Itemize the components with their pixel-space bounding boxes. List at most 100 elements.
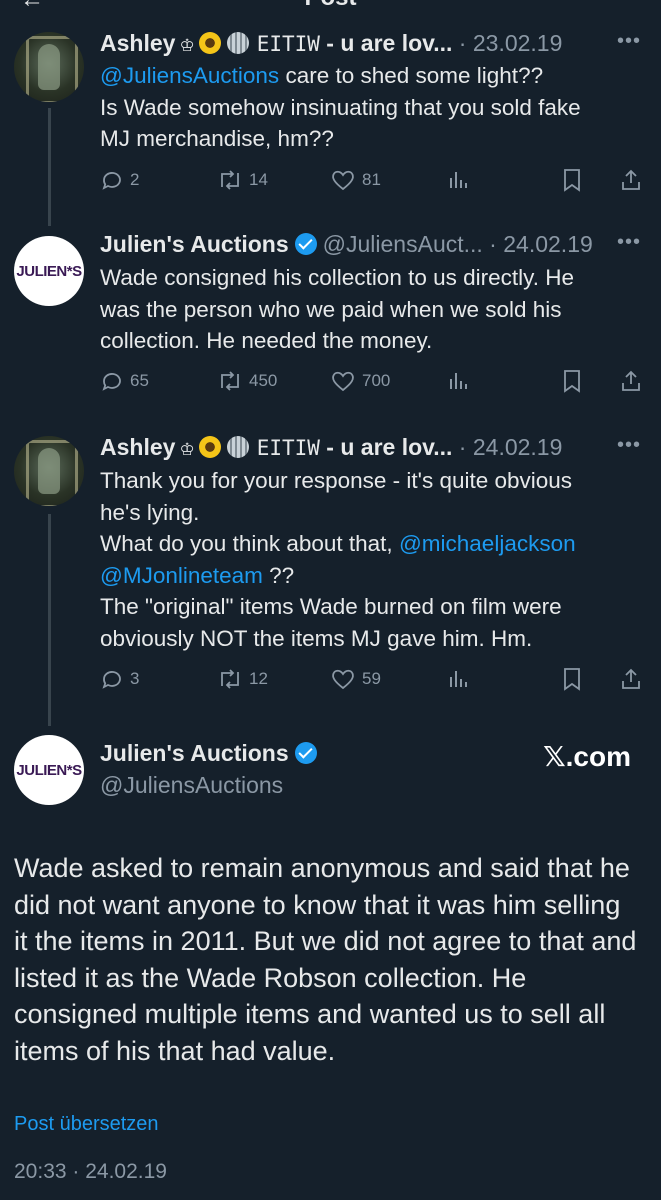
like-button[interactable]: 81 — [330, 168, 381, 192]
text-line: Is Wade somehow insinuating that you sol… — [100, 94, 581, 120]
sunflower-emoji-icon — [198, 436, 221, 458]
share-icon — [620, 369, 642, 393]
logo-text: JULIEN*S — [16, 262, 82, 280]
bookmark-button[interactable] — [561, 369, 589, 393]
views-button[interactable] — [446, 168, 476, 192]
tweet-text: @JuliensAuctions care to shed some light… — [100, 60, 643, 155]
views-icon — [446, 667, 470, 691]
bookmark-icon — [561, 667, 583, 691]
avatar-julien-logo[interactable]: JULIEN*S — [14, 735, 84, 805]
share-button[interactable] — [620, 168, 648, 192]
top-bar: ← Post — [0, 0, 661, 14]
avatar[interactable] — [14, 436, 84, 506]
post-timestamp[interactable]: 20:33 · 24.02.19 — [14, 1160, 167, 1184]
more-icon[interactable]: ••• — [617, 434, 641, 457]
repost-icon — [217, 667, 243, 691]
separator: · — [482, 231, 504, 257]
more-icon[interactable]: ••• — [617, 30, 641, 53]
share-button[interactable] — [620, 667, 648, 691]
text-line: MJ merchandise, hm?? — [100, 126, 334, 151]
display-name[interactable]: Ashley — [100, 30, 175, 56]
display-name[interactable]: Ashley — [100, 434, 175, 460]
text-line: he's lying. — [100, 499, 200, 525]
text-span: ?? — [262, 562, 295, 588]
reply-count: 65 — [130, 371, 149, 390]
name-tail: - u are lov... — [319, 434, 453, 460]
repost-button[interactable]: 450 — [217, 369, 277, 393]
views-icon — [446, 168, 470, 192]
thread-line — [48, 108, 51, 226]
main-author[interactable]: Julien's Auctions — [100, 740, 323, 767]
x-watermark: 𝕏.com — [543, 741, 631, 772]
views-button[interactable] — [446, 667, 476, 691]
reply-count: 2 — [130, 170, 140, 189]
repost-count: 450 — [249, 371, 278, 390]
repost-button[interactable]: 14 — [217, 168, 268, 192]
text-line: What do you think about that, @michaelja… — [100, 528, 643, 560]
views-icon — [446, 369, 470, 393]
reply-button[interactable]: 3 — [100, 667, 139, 691]
logo-text: JULIEN*S — [16, 761, 82, 779]
like-button[interactable]: 59 — [330, 667, 381, 691]
main-tweet-text: Wade asked to remain anonymous and said … — [14, 853, 637, 1066]
reply-button[interactable]: 65 — [100, 369, 149, 393]
mention-link[interactable]: @JuliensAuctions — [100, 63, 279, 88]
text-line: The "original" items Wade burned on film… — [100, 594, 562, 619]
text-span: care to shed some light?? — [279, 63, 544, 88]
bookmark-button[interactable] — [561, 667, 589, 691]
text-line: was the person who we paid when we sold … — [100, 296, 562, 322]
sunflower-emoji-icon — [198, 32, 221, 54]
text-span: What do you think about that, — [100, 531, 399, 556]
reply-button[interactable]: 2 — [100, 168, 139, 192]
tweet-date[interactable]: 24.02.19 — [503, 231, 593, 257]
thread-line — [48, 514, 51, 726]
like-count: 700 — [362, 371, 391, 390]
share-icon — [620, 667, 642, 691]
tweet-date[interactable]: 23.02.19 — [473, 30, 563, 56]
repost-icon — [217, 369, 243, 393]
reply-count: 3 — [130, 669, 140, 688]
bookmark-icon — [561, 369, 583, 393]
separator: · — [452, 30, 473, 56]
handle[interactable]: @JuliensAuct... — [323, 231, 483, 257]
verified-badge-icon — [294, 742, 317, 764]
tweet-header: Ashley ♔ EITIW - u are lov... · 23.02.19 •… — [100, 30, 641, 60]
page-title: Post — [0, 0, 661, 12]
more-icon[interactable]: ••• — [617, 231, 641, 254]
handle[interactable]: @JuliensAuctions — [100, 772, 283, 799]
reply-icon — [100, 168, 124, 192]
repost-count: 12 — [249, 669, 268, 688]
disco-ball-emoji-icon — [226, 32, 249, 54]
like-button[interactable]: 700 — [330, 369, 390, 393]
mention-link[interactable]: @MJonlineteam — [100, 563, 263, 588]
repost-count: 14 — [249, 170, 268, 189]
share-button[interactable] — [620, 369, 648, 393]
reply-icon — [100, 667, 124, 691]
bookmark-icon — [561, 168, 583, 192]
tweet-text: Wade consigned his collection to us dire… — [100, 262, 643, 357]
like-count: 59 — [362, 669, 381, 688]
views-button[interactable] — [446, 369, 476, 393]
tweet-header: Julien's Auctions @JuliensAuct... · 24.02… — [100, 231, 641, 261]
reply-icon — [100, 369, 124, 393]
bookmark-button[interactable] — [561, 168, 589, 192]
display-name: Julien's Auctions — [100, 740, 289, 766]
text-line: collection. He needed the money. — [100, 328, 433, 353]
display-name[interactable]: Julien's Auctions — [100, 231, 289, 257]
avatar-julien-logo[interactable]: JULIEN*S — [14, 236, 84, 306]
translate-link[interactable]: Post übersetzen — [14, 1113, 159, 1136]
crown-emoji: ♔ — [179, 36, 195, 55]
mention-link[interactable]: @michaeljackson — [399, 531, 576, 556]
text-line: @MJonlineteam ?? — [100, 560, 643, 592]
like-count: 81 — [362, 170, 381, 189]
like-icon — [330, 168, 356, 192]
text-line: @JuliensAuctions care to shed some light… — [100, 60, 643, 92]
action-bar: 3 12 59 — [100, 667, 645, 695]
repost-button[interactable]: 12 — [217, 667, 268, 691]
crown-emoji: ♔ — [179, 440, 195, 459]
name-tail: - u are lov... — [319, 30, 453, 56]
avatar[interactable] — [14, 32, 84, 102]
tweet-date[interactable]: 24.02.19 — [473, 434, 563, 460]
action-bar: 2 14 81 — [100, 168, 645, 196]
share-icon — [620, 168, 642, 192]
